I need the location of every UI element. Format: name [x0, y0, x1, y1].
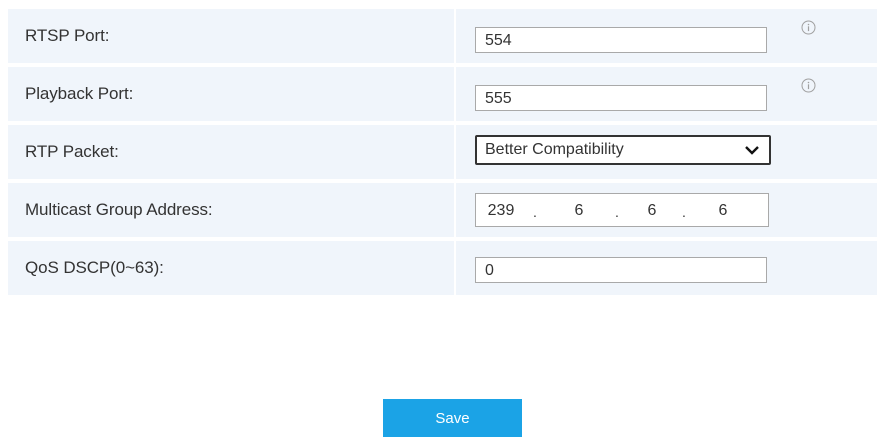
network-port-form: RTSP Port: 554 Playback Port: 555 RTP Pa… [8, 9, 877, 299]
chevron-down-icon [745, 146, 759, 155]
rtp-packet-selected-value: Better Compatibility [485, 141, 624, 158]
playback-port-input[interactable]: 555 [475, 85, 767, 111]
ip-separator: . [615, 204, 619, 220]
playback-port-label: Playback Port: [8, 67, 454, 121]
rtp-packet-label: RTP Packet: [8, 125, 454, 179]
rtp-packet-select[interactable]: Better Compatibility [475, 135, 771, 165]
multicast-address-value-cell: 239 . 6 . 6 . 6 [456, 183, 877, 237]
rtsp-port-value-cell: 554 [456, 9, 877, 63]
qos-dscp-value-cell: 0 [456, 241, 877, 295]
qos-dscp-input[interactable]: 0 [475, 257, 767, 283]
ip-octet-1[interactable]: 239 [481, 202, 521, 220]
info-circle-icon[interactable] [801, 78, 816, 93]
playback-port-row: Playback Port: 555 [8, 67, 877, 121]
rtp-packet-value-cell: Better Compatibility [456, 125, 877, 179]
qos-dscp-row: QoS DSCP(0~63): 0 [8, 241, 877, 295]
qos-dscp-label: QoS DSCP(0~63): [8, 241, 454, 295]
multicast-address-input[interactable]: 239 . 6 . 6 . 6 [475, 193, 769, 227]
rtsp-port-input[interactable]: 554 [475, 27, 767, 53]
rtp-packet-row: RTP Packet: Better Compatibility [8, 125, 877, 179]
ip-separator: . [682, 204, 686, 220]
save-button[interactable]: Save [383, 399, 522, 437]
rtsp-port-row: RTSP Port: 554 [8, 9, 877, 63]
info-circle-icon[interactable] [801, 20, 816, 35]
playback-port-value-cell: 555 [456, 67, 877, 121]
ip-octet-3[interactable]: 6 [632, 202, 672, 220]
rtsp-port-label: RTSP Port: [8, 9, 454, 63]
ip-octet-2[interactable]: 6 [559, 202, 599, 220]
multicast-address-label: Multicast Group Address: [8, 183, 454, 237]
ip-separator: . [533, 204, 537, 220]
ip-octet-4[interactable]: 6 [703, 202, 743, 220]
multicast-address-row: Multicast Group Address: 239 . 6 . 6 . 6 [8, 183, 877, 237]
